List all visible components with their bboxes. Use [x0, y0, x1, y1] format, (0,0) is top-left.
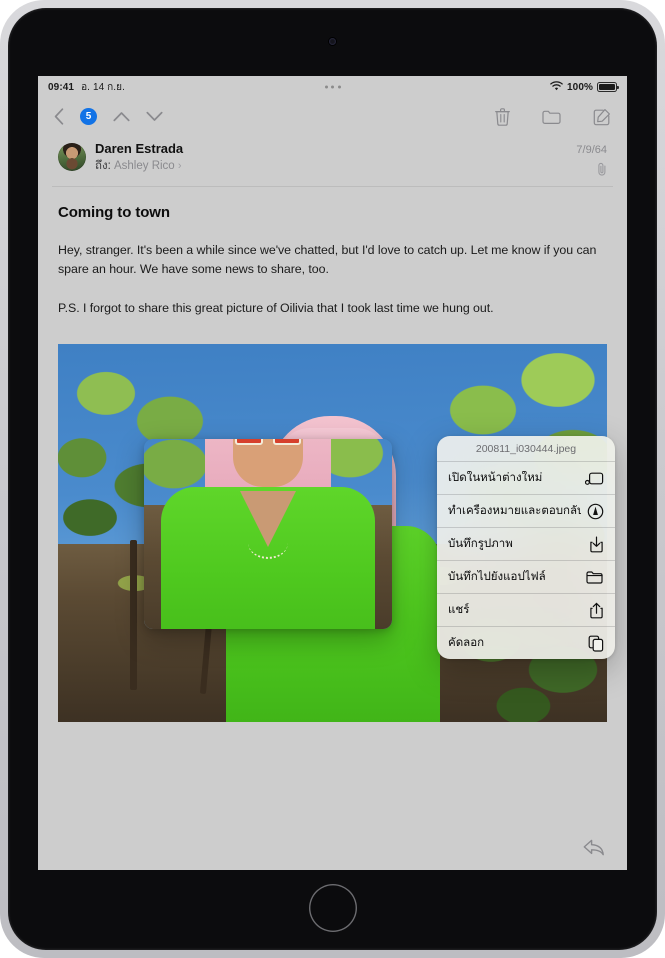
- body-paragraph: P.S. I forgot to share this great pictur…: [58, 301, 494, 315]
- paperclip-icon: [576, 162, 607, 176]
- photo-trunk: [130, 540, 137, 690]
- avatar: [58, 143, 86, 171]
- message-date: 7/9/64: [576, 144, 607, 156]
- preview-sunglasses: [235, 439, 301, 446]
- chevron-right-icon: ›: [177, 160, 182, 172]
- recipient-label: ถึง:: [95, 160, 111, 172]
- trash-icon[interactable]: [495, 107, 510, 126]
- message-view: Daren Estrada ถึง: Ashley Rico › 7/9/64: [52, 135, 615, 870]
- menu-item-label: บันทึกรูปภาพ: [448, 538, 513, 550]
- context-menu-filename: 200811_i030444.jpeg: [437, 436, 615, 462]
- message-meta: 7/9/64: [576, 141, 607, 176]
- menu-item-save-to-files[interactable]: บันทึกไปยังแอปไฟล์: [437, 561, 615, 594]
- wifi-icon: [550, 80, 563, 94]
- new-window-icon: [585, 471, 604, 486]
- recipient-name: Ashley Rico: [113, 160, 175, 172]
- front-camera-icon: [329, 38, 336, 45]
- preview-necklace: [248, 527, 288, 559]
- toolbar-left-group: 5: [54, 108, 163, 125]
- screen: 09:41 อ. 14 ก.ย. 100% 5 Daren Estrada ถึ…: [38, 76, 627, 870]
- reply-arrow-icon[interactable]: [583, 839, 605, 857]
- menu-item-share[interactable]: แชร์: [437, 594, 615, 627]
- reply-bar: [52, 826, 613, 870]
- message-body: Hey, stranger. It's been a while since w…: [52, 241, 613, 318]
- status-time: 09:41: [48, 81, 75, 93]
- status-bar-right: 100%: [550, 80, 619, 94]
- message-subject: Coming to town: [58, 204, 170, 221]
- menu-item-label: แชร์: [448, 604, 470, 616]
- save-to-files-icon: [586, 570, 604, 585]
- menu-item-label: เปิดในหน้าต่างใหม่: [448, 472, 543, 484]
- attachment-area: 200811_i030444.jpeg เปิดในหน้าต่างใหม่ ท…: [52, 344, 615, 722]
- attachment-preview-popup[interactable]: [144, 439, 392, 629]
- unread-count-badge[interactable]: 5: [80, 108, 97, 125]
- tablet-device: 09:41 อ. 14 ก.ย. 100% 5 Daren Estrada ถึ…: [0, 0, 665, 958]
- menu-item-open-in-new-window[interactable]: เปิดในหน้าต่างใหม่: [437, 462, 615, 495]
- copy-icon: [588, 635, 604, 652]
- attachment-preview-content: [144, 439, 392, 629]
- recipient-line[interactable]: ถึง: Ashley Rico ›: [95, 158, 576, 174]
- home-button[interactable]: [308, 884, 357, 932]
- status-date: อ. 14 ก.ย.: [81, 81, 126, 93]
- menu-item-save-image[interactable]: บันทึกรูปภาพ: [437, 528, 615, 561]
- preview-subject-person: [153, 439, 383, 629]
- mail-toolbar: 5: [38, 98, 627, 135]
- chevron-down-icon[interactable]: [146, 111, 163, 122]
- battery-full-icon: [597, 82, 619, 92]
- preview-face: [233, 439, 303, 487]
- toolbar-right-group: [495, 107, 611, 126]
- status-bar-left: 09:41 อ. 14 ก.ย.: [48, 80, 125, 95]
- chevron-up-icon[interactable]: [113, 111, 130, 122]
- battery-percent: 100%: [567, 81, 593, 93]
- sender-name: Daren Estrada: [95, 141, 184, 156]
- folder-icon[interactable]: [542, 109, 561, 125]
- menu-item-label: บันทึกไปยังแอปไฟล์: [448, 571, 546, 583]
- share-icon: [589, 602, 604, 619]
- status-bar: 09:41 อ. 14 ก.ย. 100%: [38, 76, 627, 98]
- compose-icon[interactable]: [593, 108, 611, 126]
- multitasking-dots-icon[interactable]: [324, 85, 341, 89]
- body-paragraph: Hey, stranger. It's been a while since w…: [58, 243, 597, 276]
- menu-item-label: ทำเครื่องหมายและตอบกลับ: [448, 505, 581, 517]
- image-context-menu: 200811_i030444.jpeg เปิดในหน้าต่างใหม่ ท…: [437, 436, 615, 659]
- sender-block: Daren Estrada ถึง: Ashley Rico ›: [95, 141, 576, 174]
- message-header[interactable]: Daren Estrada ถึง: Ashley Rico › 7/9/64: [52, 135, 613, 187]
- chevron-left-icon[interactable]: [54, 108, 64, 125]
- preview-green-outfit: [161, 487, 375, 629]
- menu-item-label: คัดลอก: [448, 637, 485, 649]
- menu-item-markup-and-reply[interactable]: ทำเครื่องหมายและตอบกลับ: [437, 495, 615, 528]
- save-image-icon: [589, 536, 604, 553]
- menu-item-copy[interactable]: คัดลอก: [437, 627, 615, 659]
- markup-reply-icon: [587, 503, 604, 520]
